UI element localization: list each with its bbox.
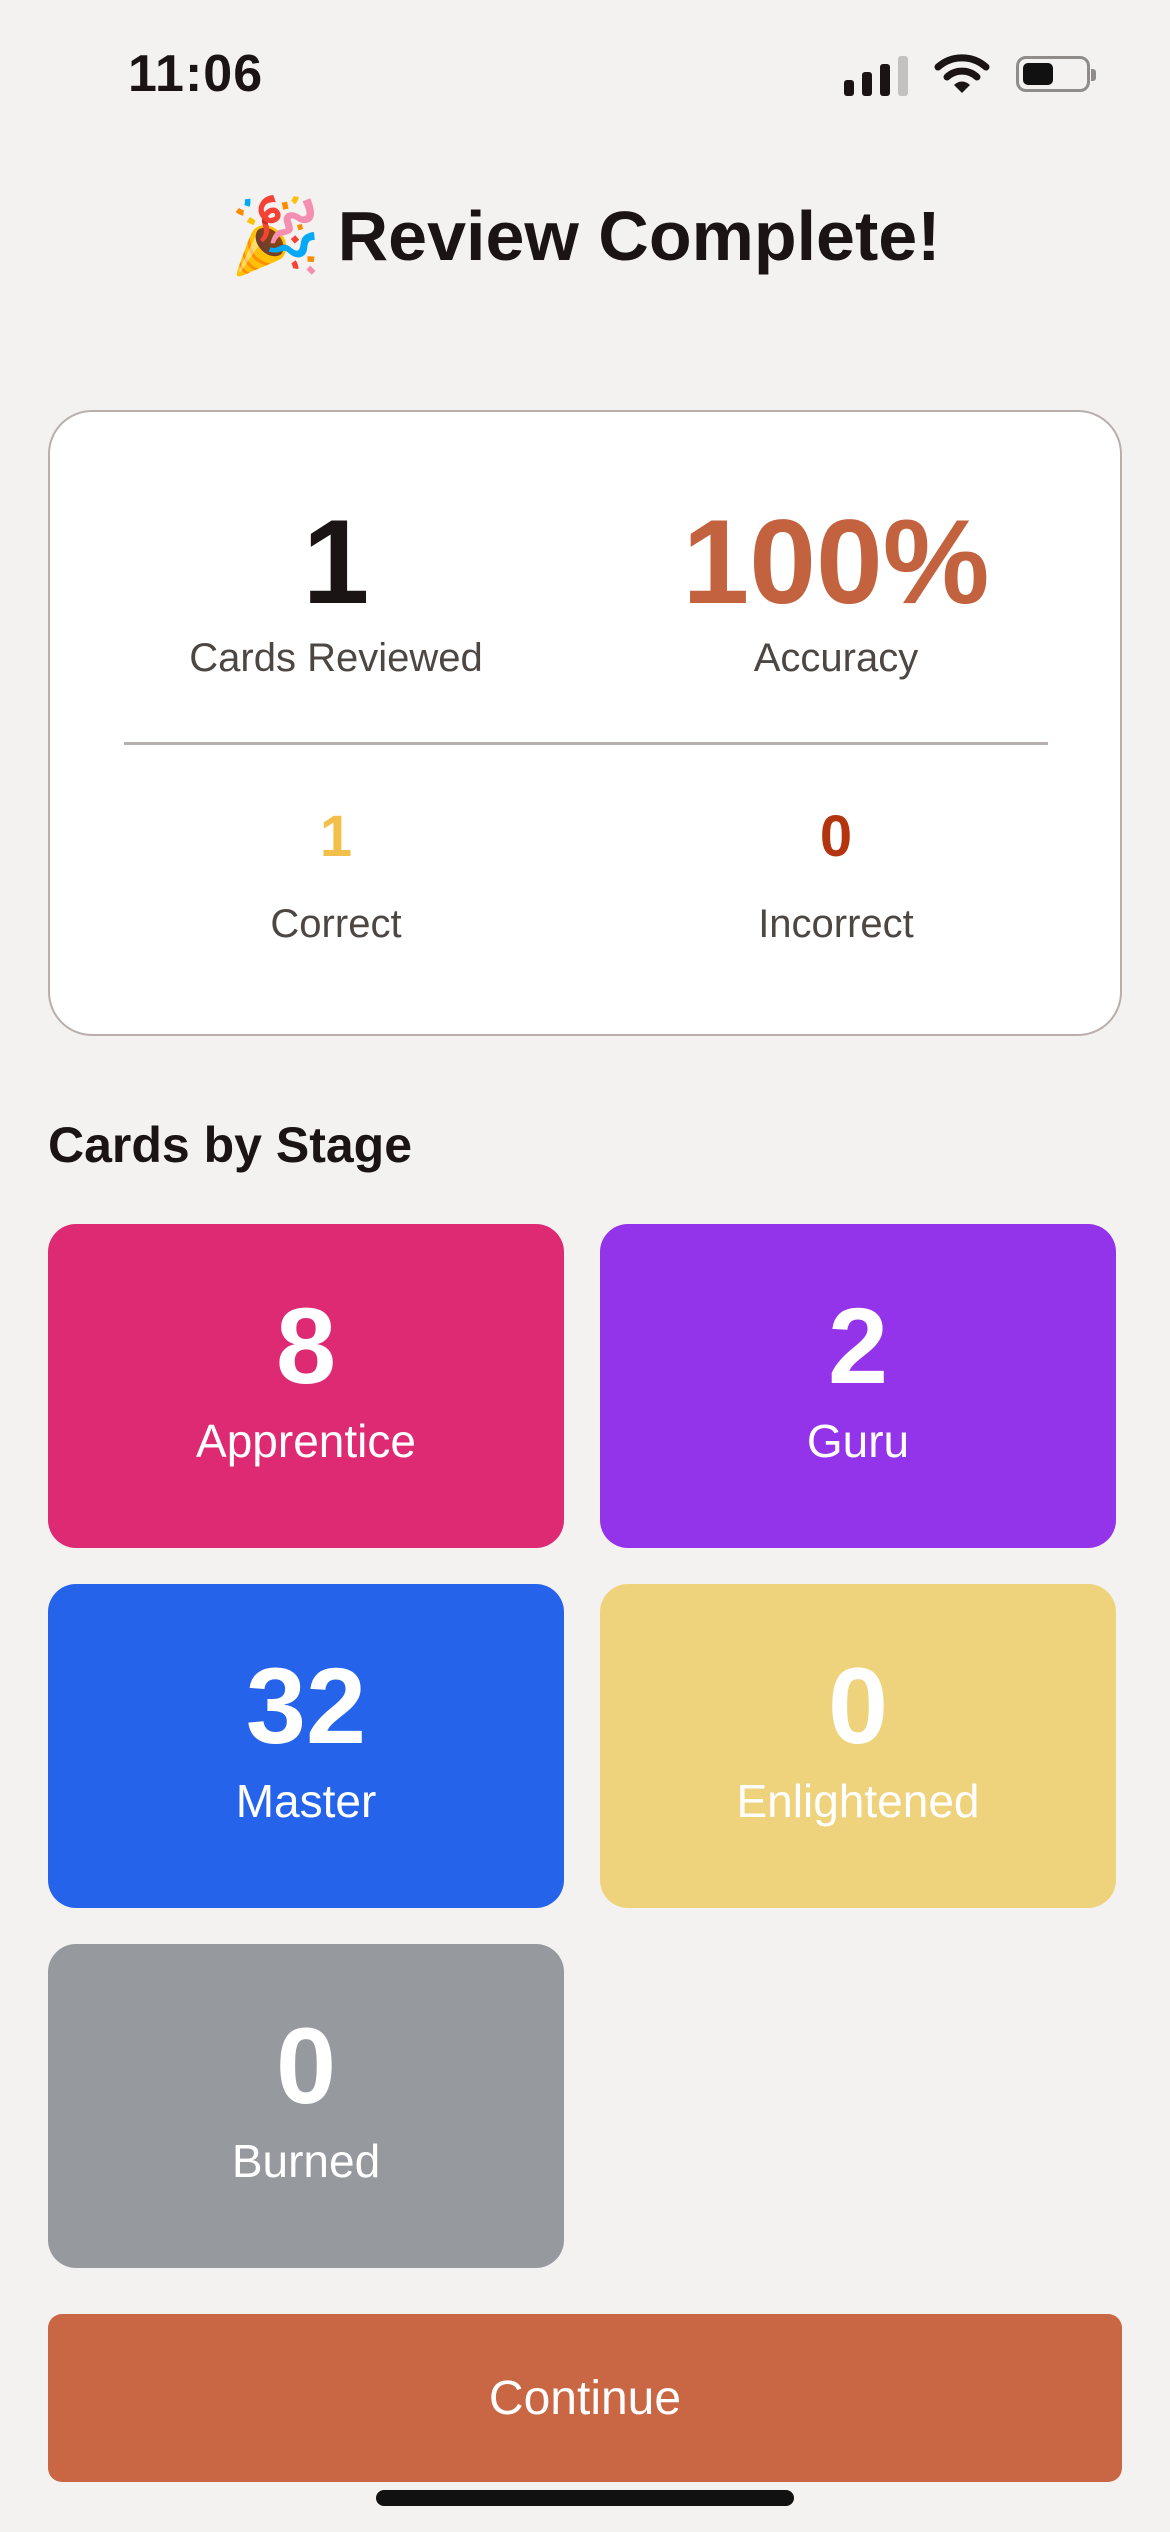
accuracy-stat: 100% Accuracy xyxy=(586,492,1086,681)
incorrect-label: Incorrect xyxy=(758,902,914,946)
header: 🎉 Review Complete! xyxy=(0,196,1170,276)
stage-label: Burned xyxy=(231,2135,381,2187)
stage-label: Master xyxy=(235,1775,377,1827)
battery-icon xyxy=(1016,56,1096,92)
review-summary-card: 1 Cards Reviewed 100% Accuracy 1 Correct… xyxy=(48,410,1122,1036)
accuracy-label: Accuracy xyxy=(753,636,919,680)
stage-label: Enlightened xyxy=(736,1775,980,1827)
summary-divider xyxy=(124,742,1048,745)
stage-label: Guru xyxy=(806,1415,910,1467)
stage-count: 0 xyxy=(275,2005,337,2126)
stage-tile-guru: 2 Guru xyxy=(600,1224,1116,1548)
accuracy-value: 100% xyxy=(682,495,990,629)
cards-reviewed-value: 1 xyxy=(302,495,370,629)
stage-tile-enlightened: 0 Enlightened xyxy=(600,1584,1116,1908)
section-title: Cards by Stage xyxy=(48,1117,413,1173)
stage-tile-master: 32 Master xyxy=(48,1584,564,1908)
status-bar: 11:06 xyxy=(0,0,1170,150)
stage-tile-burned: 0 Burned xyxy=(48,1944,564,2268)
party-popper-icon: 🎉 xyxy=(229,194,322,277)
correct-label: Correct xyxy=(270,902,402,946)
incorrect-value: 0 xyxy=(819,804,853,869)
wifi-icon xyxy=(934,54,990,93)
correct-stat: 1 Correct xyxy=(86,802,586,947)
incorrect-stat: 0 Incorrect xyxy=(586,802,1086,947)
stage-count: 8 xyxy=(275,1285,337,1406)
stage-count: 32 xyxy=(245,1645,367,1766)
stage-label: Apprentice xyxy=(196,1415,416,1467)
home-indicator[interactable] xyxy=(376,2490,794,2506)
stage-count: 0 xyxy=(827,1645,889,1766)
cards-reviewed-label: Cards Reviewed xyxy=(189,636,483,680)
correct-value: 1 xyxy=(319,804,353,869)
status-time: 11:06 xyxy=(128,45,264,103)
continue-button[interactable]: Continue xyxy=(48,2314,1122,2482)
stage-count: 2 xyxy=(827,1285,889,1406)
signal-icon xyxy=(844,52,908,96)
stage-tile-apprentice: 8 Apprentice xyxy=(48,1224,564,1548)
status-icons xyxy=(844,52,1096,96)
cards-reviewed-stat: 1 Cards Reviewed xyxy=(86,492,586,681)
page-title: Review Complete! xyxy=(337,197,941,275)
